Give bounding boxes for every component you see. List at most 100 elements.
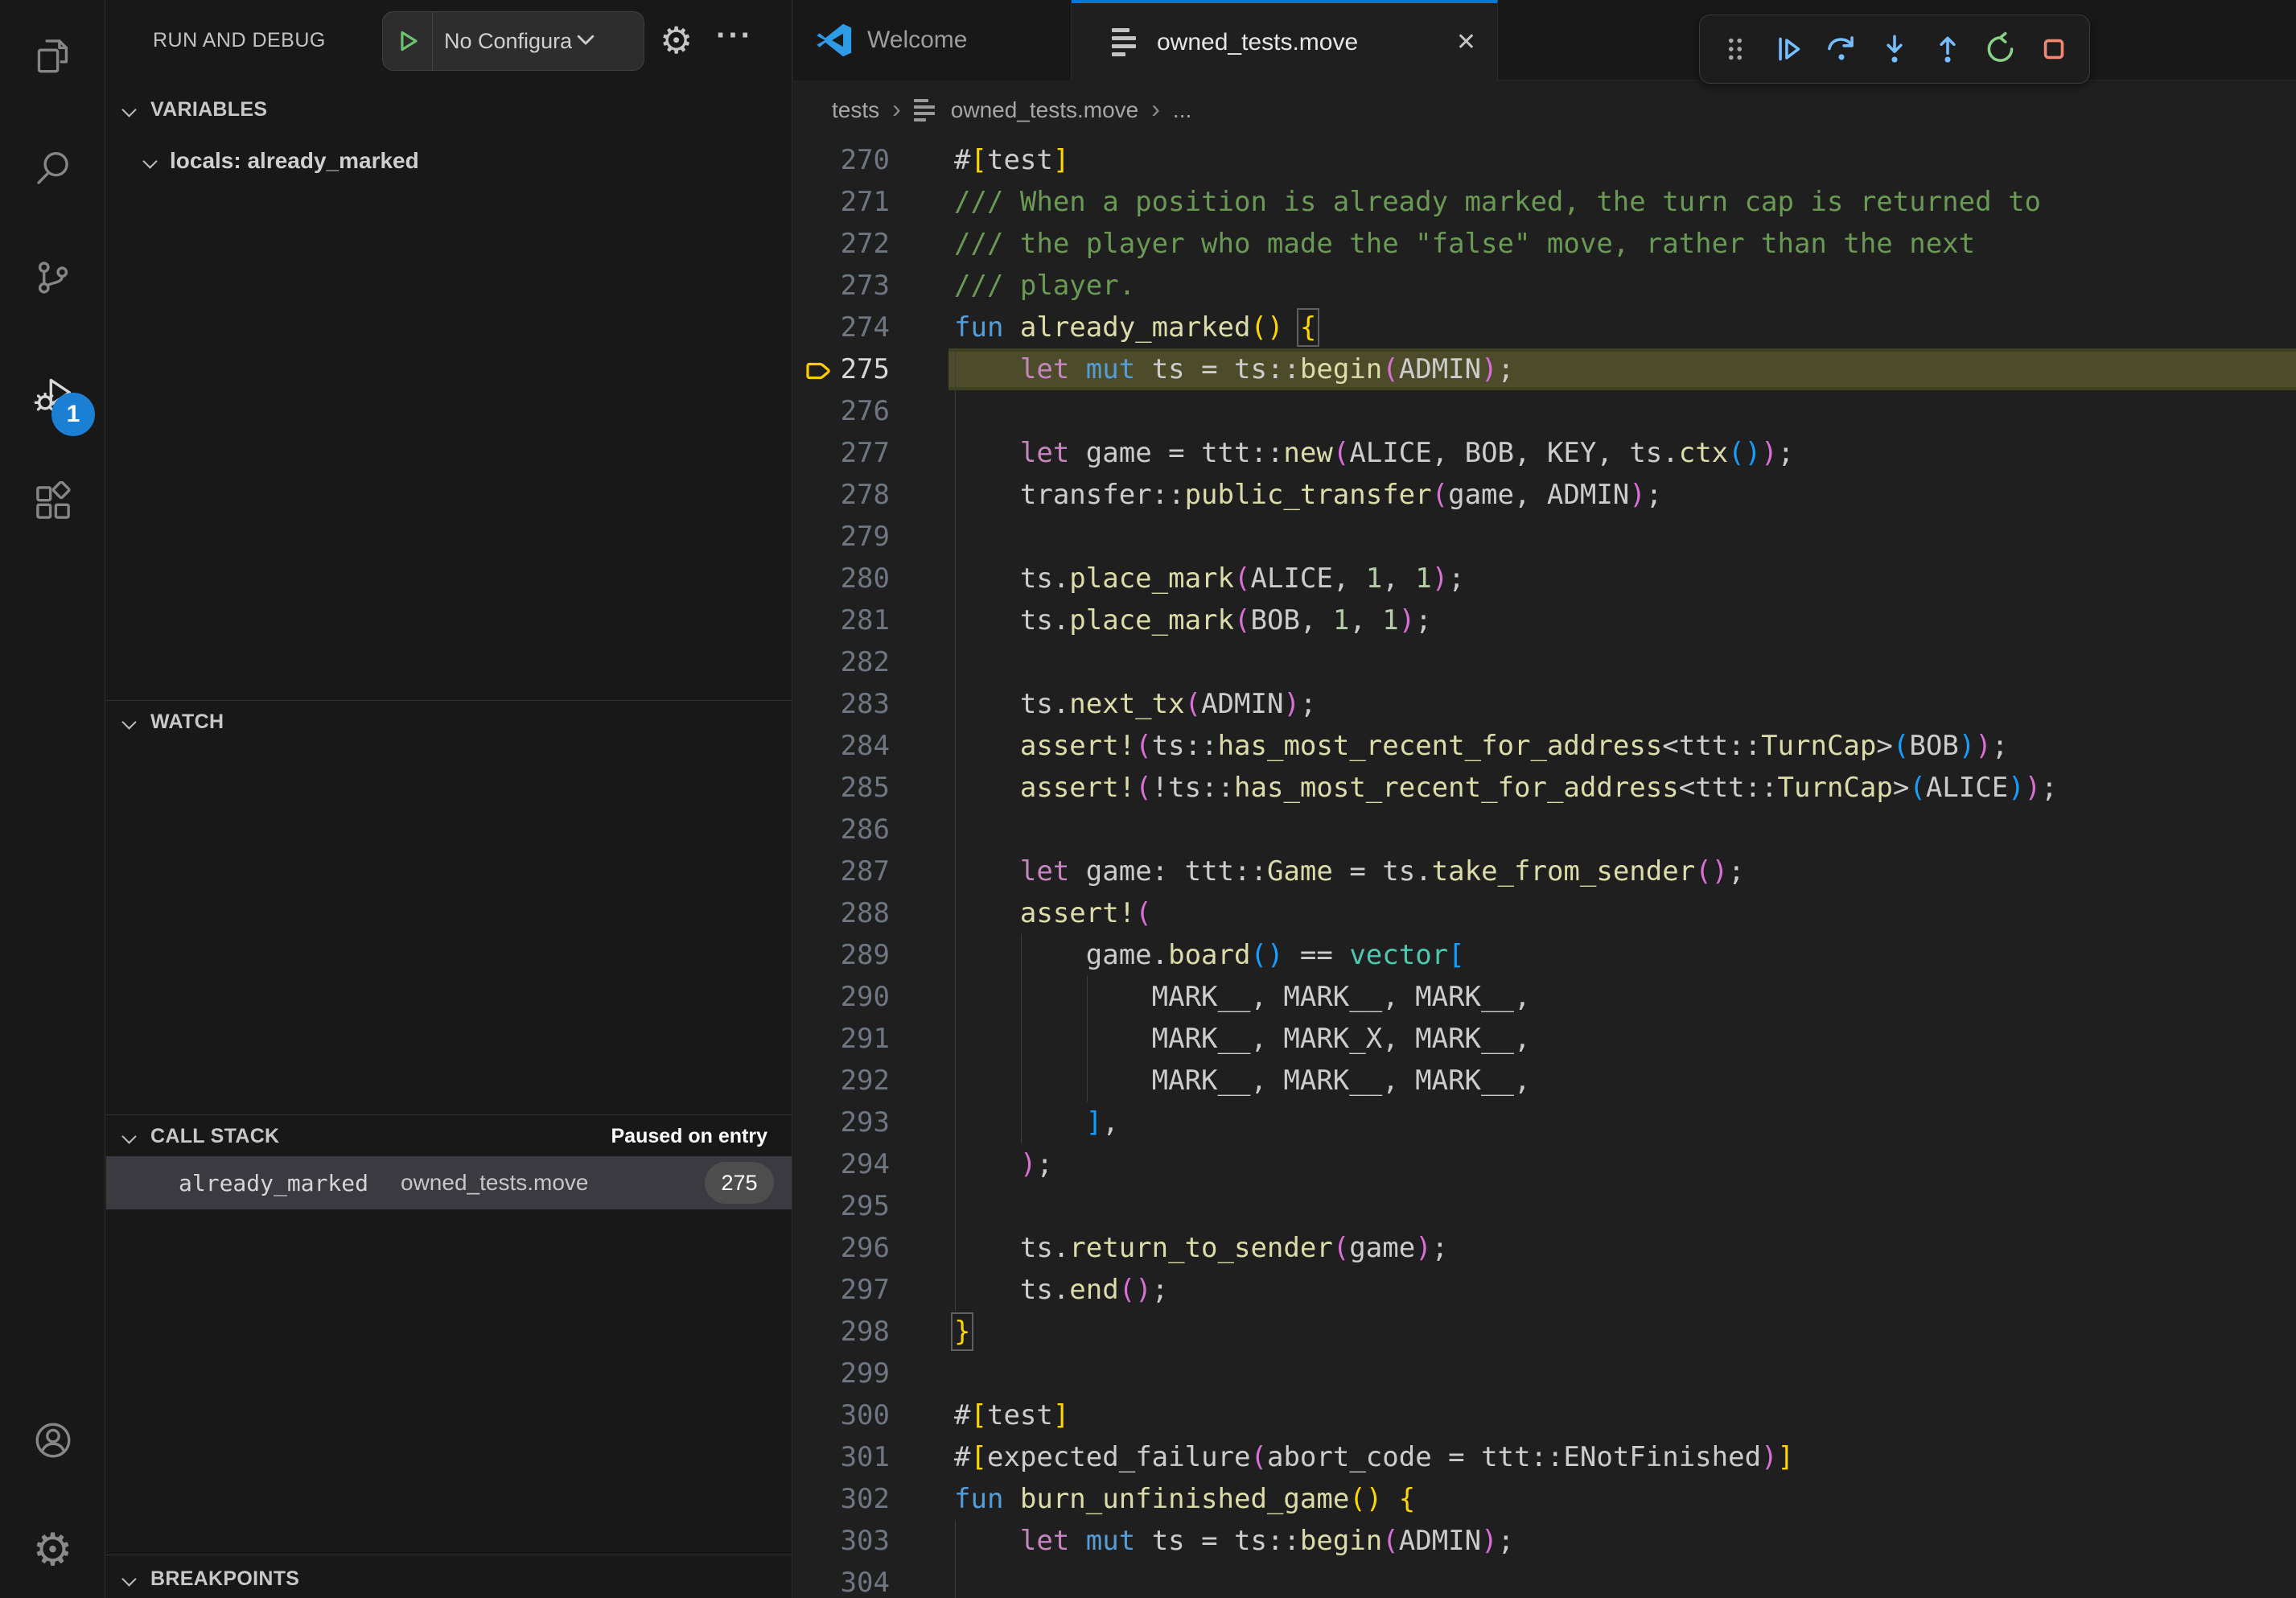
code-text[interactable]: let mut ts = ts::begin(ADMIN); (954, 348, 1514, 390)
code-line[interactable]: 270#[test] (793, 139, 2296, 181)
code-text[interactable]: MARK__, MARK__, MARK__, (954, 976, 1530, 1018)
line-number[interactable]: 279 (793, 516, 890, 558)
tab-welcome[interactable]: Welcome (793, 0, 1072, 80)
code-line[interactable]: 287 let game: ttt::Game = ts.take_from_s… (793, 850, 2296, 892)
code-text[interactable]: assert!(!ts::has_most_recent_for_address… (954, 767, 2058, 809)
search-icon[interactable] (31, 147, 75, 191)
explorer-icon[interactable] (31, 35, 75, 78)
code-text[interactable]: #[expected_failure(abort_code = ttt::ENo… (954, 1436, 1794, 1478)
source-control-icon[interactable] (31, 256, 75, 299)
code-line[interactable]: 291 MARK__, MARK_X, MARK__, (793, 1018, 2296, 1060)
step-over-button[interactable] (1819, 27, 1864, 72)
code-text[interactable]: /// the player who made the "false" move… (954, 223, 1975, 265)
line-number[interactable]: 298 (793, 1311, 890, 1353)
code-line[interactable]: 271/// When a position is already marked… (793, 181, 2296, 223)
line-number[interactable]: 291 (793, 1018, 890, 1060)
line-number[interactable]: 282 (793, 641, 890, 683)
code-line[interactable]: 297 ts.end(); (793, 1269, 2296, 1311)
code-line[interactable]: 301 #[expected_failure(abort_code = ttt::… (793, 1436, 2296, 1478)
code-line[interactable]: 293 ], (793, 1102, 2296, 1143)
code-text[interactable]: ts.return_to_sender(game); (954, 1227, 1448, 1269)
code-line[interactable]: 294 ); (793, 1143, 2296, 1185)
code-line[interactable]: 299 (793, 1353, 2296, 1394)
more-actions-icon[interactable]: ··· (716, 18, 753, 54)
code-line[interactable]: 279 (793, 516, 2296, 558)
line-number[interactable]: 302 (793, 1478, 890, 1520)
code-text[interactable]: MARK__, MARK_X, MARK__, (954, 1018, 1530, 1060)
line-number[interactable]: 280 (793, 558, 890, 599)
extensions-icon[interactable] (31, 481, 75, 525)
code-line[interactable]: 285 assert!(!ts::has_most_recent_for_add… (793, 767, 2296, 809)
line-number[interactable]: 294 (793, 1143, 890, 1185)
code-text[interactable]: ts.next_tx(ADMIN); (954, 683, 1316, 725)
breadcrumb-item-tests[interactable]: tests (832, 97, 879, 123)
toolbar-drag-handle[interactable] (1713, 27, 1758, 72)
code-text[interactable]: let game = ttt::new(ALICE, BOB, KEY, ts.… (954, 432, 1794, 474)
code-line[interactable]: 274 fun already_marked() { (793, 307, 2296, 348)
line-number[interactable]: 277 (793, 432, 890, 474)
code-text[interactable]: let mut ts = ts::begin(ADMIN); (954, 1520, 1514, 1562)
code-text[interactable]: /// player. (954, 265, 1135, 307)
line-number[interactable]: 275 (793, 348, 890, 390)
code-line[interactable]: 273/// player. (793, 265, 2296, 307)
line-number[interactable]: 301 (793, 1436, 890, 1478)
variables-section-header[interactable]: VARIABLES (106, 89, 792, 130)
code-line[interactable]: 288 assert!( (793, 892, 2296, 934)
code-line[interactable]: 292 MARK__, MARK__, MARK__, (793, 1060, 2296, 1102)
line-number[interactable]: 293 (793, 1102, 890, 1143)
watch-section-header[interactable]: WATCH (106, 701, 792, 743)
code-text[interactable]: ts.place_mark(BOB, 1, 1); (954, 599, 1432, 641)
code-line[interactable]: 289 game.board() == vector[ (793, 934, 2296, 976)
code-text[interactable]: ], (954, 1102, 1119, 1143)
code-line[interactable]: 298} (793, 1311, 2296, 1353)
breadcrumb-item-symbol[interactable]: ... (1173, 97, 1191, 123)
line-number[interactable]: 276 (793, 390, 890, 432)
line-number[interactable]: 304 (793, 1562, 890, 1598)
line-number[interactable]: 286 (793, 809, 890, 850)
code-text[interactable]: /// When a position is already marked, t… (954, 181, 2041, 223)
code-line[interactable]: 272 /// the player who made the "false" m… (793, 223, 2296, 265)
code-line[interactable]: 286 (793, 809, 2296, 850)
code-line[interactable]: 281 ts.place_mark(BOB, 1, 1); (793, 599, 2296, 641)
line-number[interactable]: 284 (793, 725, 890, 767)
line-number[interactable]: 299 (793, 1353, 890, 1394)
code-line[interactable]: 277 let game = ttt::new(ALICE, BOB, KEY,… (793, 432, 2296, 474)
code-text[interactable]: assert!(ts::has_most_recent_for_address<… (954, 725, 2008, 767)
code-text[interactable]: transfer::public_transfer(game, ADMIN); (954, 474, 1662, 516)
line-number[interactable]: 295 (793, 1185, 890, 1227)
start-debug-icon[interactable] (383, 12, 433, 70)
line-number[interactable]: 297 (793, 1269, 890, 1311)
code-line[interactable]: 290 MARK__, MARK__, MARK__, (793, 976, 2296, 1018)
restart-button[interactable] (1978, 27, 2023, 72)
breadcrumb-item-file[interactable]: owned_tests.move (951, 97, 1138, 123)
line-number[interactable]: 296 (793, 1227, 890, 1269)
stop-button[interactable] (2031, 27, 2076, 72)
code-line[interactable]: 300 #[test] (793, 1394, 2296, 1436)
line-number[interactable]: 278 (793, 474, 890, 516)
breakpoints-section-header[interactable]: BREAKPOINTS (106, 1558, 792, 1598)
code-text[interactable]: fun burn_unfinished_game() { (954, 1478, 1415, 1520)
line-number[interactable]: 283 (793, 683, 890, 725)
line-number[interactable]: 272 (793, 223, 890, 265)
call-stack-section-header[interactable]: CALL STACK Paused on entry (106, 1115, 792, 1157)
line-number[interactable]: 287 (793, 850, 890, 892)
line-number[interactable]: 300 (793, 1394, 890, 1436)
code-line[interactable]: 282 (793, 641, 2296, 683)
debug-config-dropdown[interactable]: No Configura (382, 11, 644, 71)
line-number[interactable]: 303 (793, 1520, 890, 1562)
code-text[interactable]: #[test] (954, 1394, 1069, 1436)
code-text[interactable]: ); (954, 1143, 1053, 1185)
step-out-button[interactable] (1925, 27, 1970, 72)
code-line[interactable]: 283 ts.next_tx(ADMIN); (793, 683, 2296, 725)
line-number[interactable]: 274 (793, 307, 890, 348)
settings-gear-icon[interactable]: ⚙ (0, 1527, 105, 1572)
code-line[interactable]: 303 let mut ts = ts::begin(ADMIN); (793, 1520, 2296, 1562)
close-icon[interactable]: ✕ (1456, 28, 1476, 56)
code-line[interactable]: 295 (793, 1185, 2296, 1227)
code-text[interactable]: fun already_marked() { (954, 307, 1316, 348)
call-stack-frame-row[interactable]: already_marked owned_tests.move 275 (106, 1156, 792, 1209)
code-text[interactable]: assert!( (954, 892, 1152, 934)
code-line[interactable]: 275 let mut ts = ts::begin(ADMIN); (793, 348, 2296, 390)
code-line[interactable]: 304 (793, 1562, 2296, 1598)
code-text[interactable]: } (954, 1311, 970, 1353)
